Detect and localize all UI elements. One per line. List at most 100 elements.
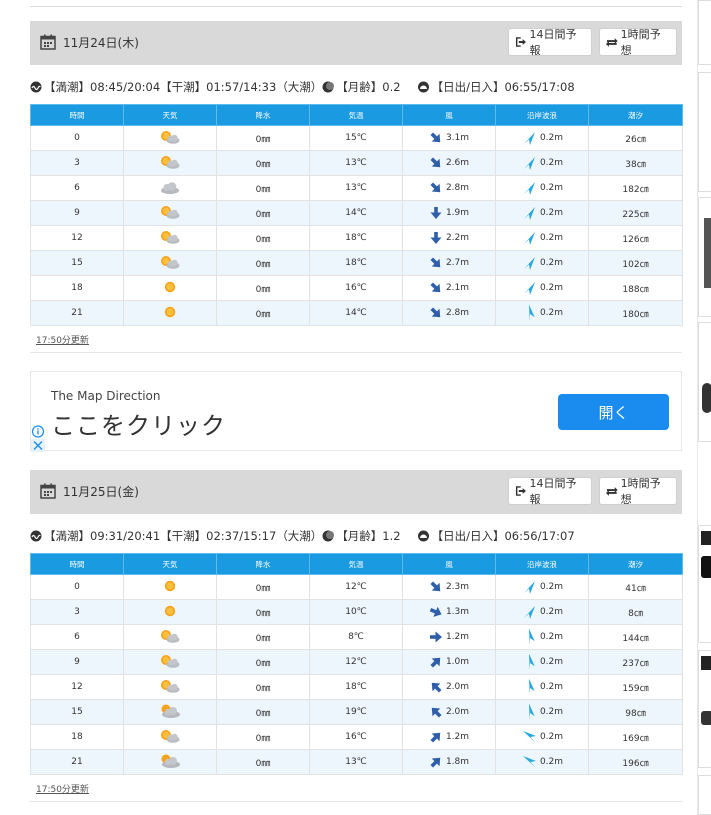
ad-brand: The Map Direction (51, 389, 161, 403)
weather-cell (123, 649, 217, 675)
time-cell: 21 (30, 749, 124, 775)
section-divider (30, 352, 682, 353)
sun-icon (162, 279, 178, 298)
time-cell: 12 (30, 674, 124, 700)
wave-cell: 0.2m (495, 275, 589, 301)
tide-cell: 102㎝ (588, 250, 683, 276)
section-divider (30, 801, 682, 802)
wave-arrow-icon (523, 282, 535, 295)
time-cell: 15 (30, 699, 124, 725)
weather-cell (123, 599, 217, 625)
updated-link[interactable]: 17:50分更新 (36, 782, 89, 795)
sidebar-thumbnail[interactable] (698, 650, 711, 768)
14day-forecast-label: 14日間予報 (529, 477, 577, 506)
tide-icon (30, 81, 42, 93)
sun-cloud-icon (159, 129, 181, 148)
1hour-forecast-button[interactable]: 1時間予想 (599, 28, 677, 57)
wave-height: 0.2m (539, 707, 564, 717)
tide-cell: 126㎝ (588, 225, 683, 251)
ad-close-icon[interactable] (31, 439, 45, 452)
day-header: 11月24日(木) 14日間予報 1時間予想 (30, 21, 682, 65)
table-row: 12 0㎜ 18℃ 2.2m 0.2m 126㎝ (30, 225, 683, 251)
tide-type-text: （大潮） (276, 529, 323, 543)
forecast-table: 時間 天気 降水 気温 風 沿岸波浪 潮汐 0 0㎜ 15℃ 3.1m 0.2m 26㎝ 3… (30, 104, 683, 326)
time-cell: 3 (30, 599, 124, 625)
wave-cell: 0.2m (495, 150, 589, 176)
14day-forecast-label: 14日間予報 (529, 28, 577, 57)
low-tide-text: 【干潮】02:37/15:17 (160, 529, 277, 543)
rain-cell: 0㎜ (216, 724, 310, 750)
wave-height: 0.2m (539, 607, 564, 617)
wave-height: 0.2m (539, 582, 564, 592)
top-separator (30, 0, 682, 7)
temp-cell: 13℃ (309, 749, 403, 775)
wave-cell: 0.2m (495, 624, 589, 650)
wind-arrow-icon (430, 657, 441, 668)
weather-cell (123, 200, 217, 226)
sunrise-sunset-text: 【日出/日入】06:55/17:08 (431, 80, 575, 94)
sidebar-thumbnail[interactable] (698, 72, 711, 192)
ad-info-icon[interactable] (31, 425, 45, 438)
moon-icon (322, 530, 335, 542)
tide-cell: 8㎝ (588, 599, 683, 625)
wind-speed: 1.9m (445, 208, 470, 218)
temp-cell: 13℃ (309, 175, 403, 201)
table-row: 9 0㎜ 12℃ 1.0m 0.2m 237㎝ (30, 649, 683, 675)
calendar-icon (40, 483, 56, 499)
col-header-tide: 潮汐 (588, 553, 683, 575)
table-row: 12 0㎜ 18℃ 2.0m 0.2m 159㎝ (30, 674, 683, 700)
sun-cloud-icon (159, 678, 181, 697)
time-cell: 12 (30, 225, 124, 251)
tide-icon (30, 530, 42, 542)
weather-cell (123, 275, 217, 301)
wind-cell: 2.1m (402, 275, 496, 301)
ad-open-button[interactable]: 開く (558, 394, 669, 430)
1hour-forecast-label: 1時間予想 (620, 28, 661, 57)
sidebar-thumbnail[interactable] (698, 525, 711, 643)
wave-arrow-icon (523, 182, 535, 195)
sun-icon (162, 304, 178, 323)
table-row: 3 0㎜ 10℃ 1.3m 0.2m 8㎝ (30, 599, 683, 625)
rain-cell: 0㎜ (216, 300, 310, 326)
moon-age-text: 【月齢】0.2 (336, 80, 401, 94)
tide-type-text: （大潮） (276, 80, 323, 94)
ad-cta-text[interactable]: ここをクリック (51, 406, 226, 441)
high-tide-text: 【満潮】08:45/20:04 (44, 80, 161, 94)
rain-cell: 0㎜ (216, 275, 310, 301)
rain-cell: 0㎜ (216, 150, 310, 176)
col-header-tide: 潮汐 (588, 104, 683, 126)
table-row: 0 0㎜ 15℃ 3.1m 0.2m 26㎝ (30, 125, 683, 151)
1hour-forecast-button[interactable]: 1時間予想 (599, 477, 677, 506)
weather-cell (123, 150, 217, 176)
temp-cell: 12℃ (309, 649, 403, 675)
wind-speed: 2.8m (445, 183, 470, 193)
ad-banner[interactable]: The Map Direction ここをクリック 開く (30, 371, 682, 452)
temp-cell: 18℃ (309, 250, 403, 276)
weather-cell (123, 175, 217, 201)
sidebar-thumbnail[interactable] (698, 775, 711, 815)
tide-info-row: 【満潮】08:45/20:04 【干潮】01:57/14:33 （大潮） 【月齢… (30, 78, 682, 96)
weather-cell (123, 749, 217, 775)
wind-speed: 2.2m (445, 233, 470, 243)
sidebar-thumbnail[interactable] (698, 322, 711, 442)
updated-link[interactable]: 17:50分更新 (36, 333, 89, 346)
temp-cell: 16℃ (309, 724, 403, 750)
tide-cell: 169㎝ (588, 724, 683, 750)
sidebar-badge (701, 531, 711, 545)
sidebar-thumbnail[interactable] (698, 0, 711, 65)
wave-cell: 0.2m (495, 674, 589, 700)
wind-speed: 2.0m (445, 682, 470, 692)
wave-arrow-icon (523, 132, 535, 145)
exchange-icon (606, 487, 618, 496)
sun-cloud-icon (159, 653, 181, 672)
time-cell: 15 (30, 250, 124, 276)
sidebar-thumbnail[interactable] (698, 197, 711, 317)
col-header-wave: 沿岸波浪 (495, 553, 589, 575)
col-header-weather: 天気 (123, 553, 217, 575)
table-row: 0 0㎜ 12℃ 2.3m 0.2m 41㎝ (30, 574, 683, 600)
time-cell: 9 (30, 649, 124, 675)
wind-speed: 2.0m (445, 707, 470, 717)
14day-forecast-button[interactable]: 14日間予報 (508, 28, 592, 57)
14day-forecast-button[interactable]: 14日間予報 (508, 477, 592, 506)
wind-speed: 1.3m (445, 607, 470, 617)
